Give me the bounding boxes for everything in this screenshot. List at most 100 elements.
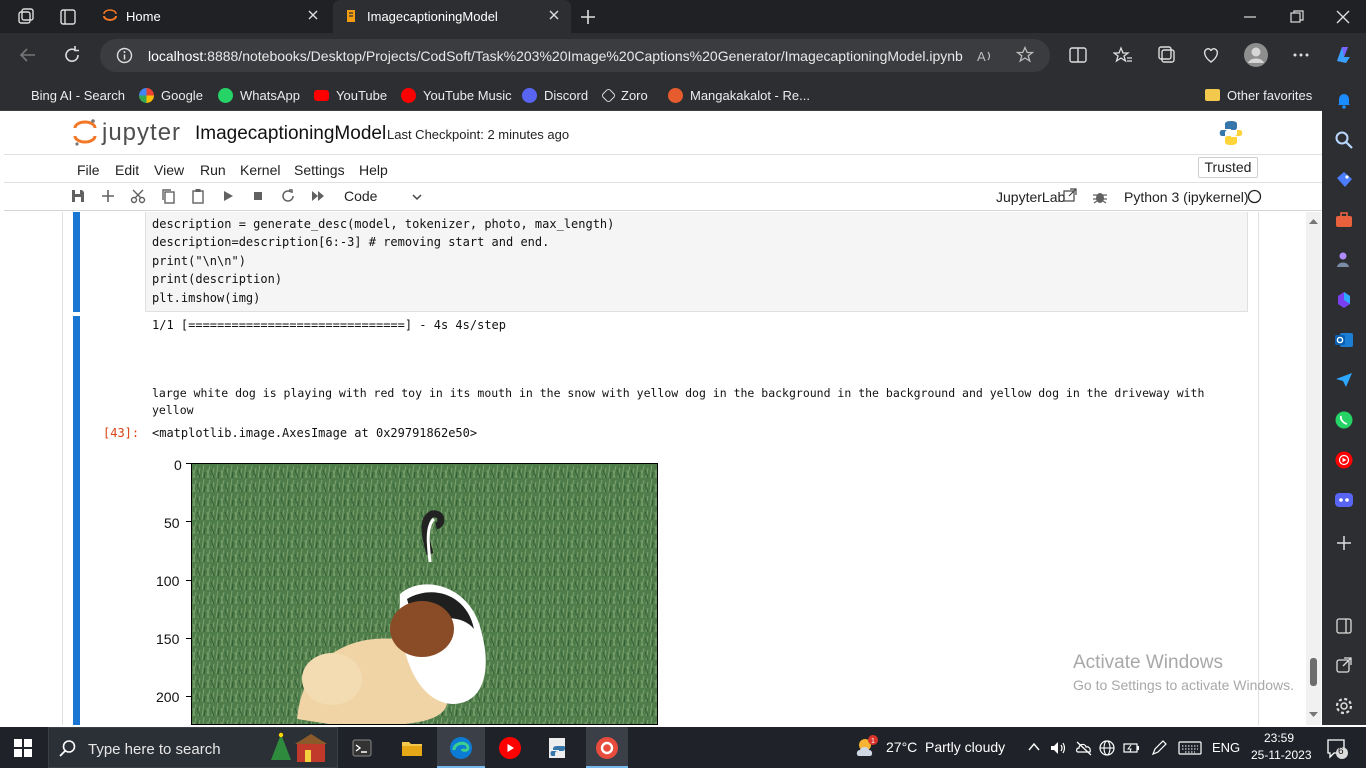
hide-sidebar-icon[interactable] [1334, 616, 1354, 636]
favorite-zoro[interactable]: Zoro [600, 86, 648, 104]
favorite-mangakakalot[interactable]: Mangakakalot - Re... [668, 86, 810, 104]
save-icon[interactable] [70, 188, 86, 204]
weather-text[interactable]: Partly cloudy [925, 739, 1005, 755]
back-icon[interactable] [18, 45, 38, 65]
drop-icon[interactable] [1334, 370, 1354, 390]
close-tab-icon[interactable] [547, 8, 561, 22]
add-cell-icon[interactable] [100, 188, 116, 204]
taskbar-search-box[interactable]: Type here to search [48, 727, 338, 768]
whatsapp-icon [218, 87, 233, 103]
menu-help[interactable]: Help [359, 162, 388, 178]
restart-run-all-icon[interactable] [310, 188, 326, 204]
games-icon[interactable] [1334, 250, 1354, 270]
collections-icon[interactable] [1157, 45, 1177, 65]
anaconda-taskbar-button[interactable] [586, 727, 628, 768]
menu-file[interactable]: File [77, 162, 100, 178]
favorite-whatsapp[interactable]: WhatsApp [218, 86, 300, 104]
menu-kernel[interactable]: Kernel [240, 162, 280, 178]
jupyter-logo-icon[interactable] [72, 117, 98, 147]
output-collapser[interactable] [73, 316, 80, 725]
paste-icon[interactable] [190, 188, 206, 204]
refresh-icon[interactable] [62, 45, 82, 65]
bell-icon[interactable] [1334, 90, 1354, 110]
copy-icon[interactable] [160, 188, 176, 204]
info-icon[interactable] [116, 47, 133, 64]
favorite-youtube-music[interactable]: YouTube Music [401, 86, 512, 104]
battery-icon[interactable] [1122, 739, 1140, 757]
more-options-icon[interactable] [1291, 45, 1311, 65]
favorites-icon[interactable] [1113, 45, 1133, 65]
onedrive-icon[interactable] [1075, 739, 1093, 757]
split-screen-icon[interactable] [1068, 45, 1088, 65]
cell-type-select[interactable]: Code [344, 188, 377, 204]
performance-icon[interactable] [1201, 45, 1221, 65]
tab-home[interactable]: Home [92, 0, 330, 33]
other-favorites-folder[interactable]: Other favorites [1205, 86, 1312, 104]
weather-temp[interactable]: 27°C [886, 739, 917, 755]
search-icon[interactable] [1334, 130, 1354, 150]
kernel-name[interactable]: Python 3 (ipykernel) [1124, 189, 1249, 205]
clock-time[interactable]: 23:59 [1264, 731, 1294, 745]
copilot-icon[interactable] [1332, 43, 1356, 67]
edge-taskbar-button[interactable] [437, 727, 485, 768]
notification-count: 6 [1338, 746, 1344, 757]
whatsapp-sidebar-icon[interactable] [1334, 410, 1354, 430]
url-text[interactable]: localhost:8888/notebooks/Desktop/Project… [148, 48, 963, 64]
file-explorer-icon[interactable] [401, 738, 423, 758]
debugger-bug-icon[interactable] [1092, 189, 1108, 205]
volume-icon[interactable] [1049, 739, 1067, 757]
address-bar[interactable]: localhost:8888/notebooks/Desktop/Project… [100, 39, 1050, 72]
menu-view[interactable]: View [154, 162, 184, 178]
external-link-icon[interactable] [1063, 188, 1077, 202]
menu-run[interactable]: Run [200, 162, 226, 178]
jupyterlab-link[interactable]: JupyterLab [996, 189, 1065, 205]
settings-gear-icon[interactable] [1334, 696, 1354, 716]
favorite-discord[interactable]: Discord [522, 86, 588, 104]
close-tab-icon[interactable] [306, 8, 320, 22]
chevron-up-icon[interactable] [1027, 740, 1041, 754]
menu-settings[interactable]: Settings [294, 162, 345, 178]
youtube-music-sidebar-icon[interactable] [1334, 450, 1354, 470]
add-sidebar-app-icon[interactable] [1334, 533, 1354, 553]
favorite-bing[interactable]: Bing AI - Search [16, 86, 125, 104]
weather-icon[interactable]: 1 [853, 734, 881, 760]
tools-icon[interactable] [1334, 210, 1354, 230]
add-favorite-icon[interactable] [1016, 46, 1034, 64]
cut-icon[interactable] [130, 188, 146, 204]
close-window-icon[interactable] [1335, 9, 1351, 25]
clock-date[interactable]: 25-11-2023 [1251, 748, 1312, 762]
trusted-badge[interactable]: Trusted [1198, 157, 1258, 178]
language-indicator[interactable]: ENG [1212, 740, 1240, 755]
notebook-title[interactable]: ImagecaptioningModel [195, 123, 386, 145]
microsoft365-icon[interactable] [1334, 290, 1354, 310]
run-cell-icon[interactable] [220, 188, 236, 204]
chevron-down-icon[interactable] [410, 190, 424, 204]
shopping-icon[interactable] [1334, 170, 1354, 190]
notifications-icon[interactable] [1325, 737, 1349, 761]
external-link-icon[interactable] [1334, 655, 1354, 675]
stop-kernel-icon[interactable] [250, 188, 266, 204]
favorite-google[interactable]: Google [139, 86, 203, 104]
tab-imagecaptioning[interactable]: ImagecaptioningModel [333, 0, 571, 33]
keyboard-icon[interactable] [1178, 740, 1202, 756]
youtube-music-taskbar-icon[interactable] [498, 736, 522, 760]
pen-icon[interactable] [1150, 739, 1168, 757]
terminal-icon[interactable] [352, 738, 372, 758]
profile-avatar[interactable] [1244, 43, 1268, 67]
tab-actions-icon[interactable] [58, 7, 78, 27]
scrollbar[interactable] [1306, 212, 1321, 725]
favorite-youtube[interactable]: YouTube [314, 86, 387, 104]
new-tab-icon[interactable] [578, 7, 598, 27]
read-aloud-icon[interactable]: A [976, 47, 994, 65]
windows-start-icon[interactable] [14, 739, 32, 757]
python-idle-icon[interactable] [547, 736, 571, 760]
workspaces-icon[interactable] [16, 7, 36, 27]
outlook-icon[interactable] [1334, 330, 1354, 350]
restart-kernel-icon[interactable] [280, 188, 296, 204]
menu-edit[interactable]: Edit [115, 162, 139, 178]
discord-sidebar-icon[interactable] [1334, 490, 1354, 510]
minimize-icon[interactable] [1242, 9, 1258, 25]
cell-collapser[interactable] [73, 212, 80, 312]
network-globe-icon[interactable] [1098, 739, 1116, 757]
restore-icon[interactable] [1289, 9, 1305, 25]
